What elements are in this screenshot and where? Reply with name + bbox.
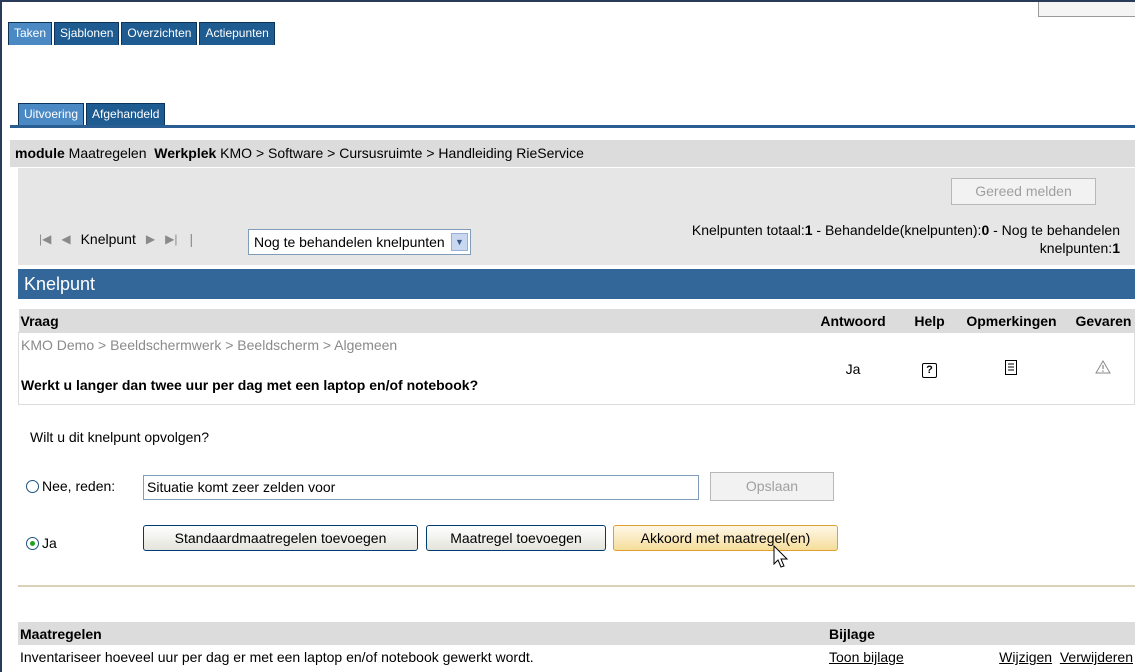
- akkoord-button[interactable]: Akkoord met maatregel(en): [613, 525, 838, 551]
- last-page-icon[interactable]: ▶|: [165, 232, 177, 246]
- filter-select[interactable]: Nog te behandelen knelpunten ▼: [248, 229, 471, 255]
- maatregel-toevoegen-button[interactable]: Maatregel toevoegen: [426, 525, 606, 551]
- standaardmaatregelen-button[interactable]: Standaardmaatregelen toevoegen: [143, 525, 418, 551]
- werkplek-value: KMO > Software > Cursusruimte > Handleid…: [220, 145, 584, 161]
- totaal-value: 1: [804, 222, 813, 238]
- tabs-underline: [10, 125, 1135, 128]
- measure-text: Inventariseer hoeveel uur per dag er met…: [20, 649, 534, 665]
- nee-radio[interactable]: [26, 479, 39, 493]
- main-tabs: Taken Sjablonen Overzichten Actiepunten: [8, 22, 275, 45]
- col-antwoord: Antwoord: [797, 309, 909, 333]
- tab-afgehandeld[interactable]: Afgehandeld: [86, 103, 166, 126]
- help-icon[interactable]: ?: [922, 362, 938, 378]
- wijzigen-link[interactable]: Wijzigen: [999, 649, 1052, 665]
- breadcrumb: module Maatregelen Werkplek KMO > Softwa…: [10, 140, 1135, 167]
- col-actions: [952, 622, 1135, 645]
- answer-cell: Ja: [798, 333, 909, 405]
- question-table: Vraag Antwoord Help Opmerkingen Gevaren …: [18, 309, 1135, 405]
- mouse-cursor-icon: [773, 545, 789, 568]
- knelpunt-navigation: |◀ ◀ Knelpunt ▶ ▶| |: [39, 231, 199, 247]
- warning-icon[interactable]: [1095, 360, 1112, 374]
- filter-select-value: Nog te behandelen knelpunten: [254, 234, 445, 250]
- nee-row: Nee, reden:: [26, 478, 115, 494]
- tab-sjablonen[interactable]: Sjablonen: [54, 22, 120, 45]
- ja-label: Ja: [42, 535, 57, 551]
- follow-up-question: Wilt u dit knelpunt opvolgen?: [30, 429, 209, 445]
- col-bijlage: Bijlage: [827, 622, 952, 645]
- nav-separator: |: [189, 231, 194, 247]
- question-text: Werkt u langer dan twee uur per dag met …: [21, 377, 479, 393]
- tab-overzichten[interactable]: Overzichten: [121, 22, 198, 45]
- knelpunt-header: Knelpunt: [18, 269, 1135, 299]
- question-row: KMO Demo > Beeldschermwerk > Beeldscherm…: [18, 332, 1135, 405]
- question-path: KMO Demo > Beeldschermwerk > Beeldscherm…: [21, 337, 398, 353]
- section-divider: [18, 585, 1135, 587]
- ja-row: Ja: [26, 535, 57, 551]
- col-help: Help: [908, 309, 951, 333]
- col-maatregelen: Maatregelen: [18, 622, 827, 645]
- behandeld-label: - Behandelde(knelpunten):: [812, 222, 982, 238]
- window-frame-left: [0, 0, 2, 672]
- col-gevaren: Gevaren: [1072, 309, 1135, 333]
- toon-bijlage-link[interactable]: Toon bijlage: [829, 649, 904, 665]
- tab-taken[interactable]: Taken: [8, 22, 53, 45]
- first-page-icon[interactable]: |◀: [39, 232, 51, 246]
- prev-icon[interactable]: ◀: [61, 232, 70, 246]
- verwijderen-link[interactable]: Verwijderen: [1060, 649, 1133, 665]
- nog-value: 1: [1112, 240, 1120, 256]
- nog-label-2: knelpunten:: [1039, 240, 1113, 256]
- window-frame-top: [0, 0, 1135, 2]
- sub-tabs: Uitvoering Afgehandeld: [18, 103, 166, 126]
- knelpunten-totals: Knelpunten totaal:1 - Behandelde(knelpun…: [580, 221, 1120, 257]
- measures-table: Maatregelen Bijlage Inventariseer hoevee…: [18, 622, 1135, 669]
- nav-label: Knelpunt: [80, 231, 136, 247]
- answer-value: Ja: [845, 360, 861, 377]
- tab-actiepunten[interactable]: Actiepunten: [199, 22, 275, 45]
- module-value: Maatregelen: [68, 145, 147, 161]
- module-label: module: [15, 145, 65, 161]
- nog-label: - Nog te behandelen: [989, 222, 1120, 238]
- notes-icon[interactable]: [1005, 359, 1018, 375]
- ja-radio[interactable]: [26, 536, 39, 550]
- tab-uitvoering[interactable]: Uitvoering: [18, 103, 85, 126]
- top-right-box: [1038, 2, 1135, 17]
- chevron-down-icon[interactable]: ▼: [451, 233, 468, 251]
- col-opmerkingen: Opmerkingen: [950, 309, 1073, 333]
- totaal-label: Knelpunten totaal:: [691, 222, 805, 238]
- table-row: Inventariseer hoeveel uur per dag er met…: [18, 645, 1135, 669]
- gereed-melden-button[interactable]: Gereed melden: [951, 178, 1096, 205]
- opslaan-button[interactable]: Opslaan: [710, 472, 834, 501]
- col-vraag: Vraag: [18, 309, 798, 333]
- nee-label: Nee, reden:: [42, 478, 116, 494]
- werkplek-label: Werkplek: [154, 145, 217, 161]
- next-icon[interactable]: ▶: [146, 232, 155, 246]
- reason-input[interactable]: Situatie komt zeer zelden voor: [143, 475, 699, 500]
